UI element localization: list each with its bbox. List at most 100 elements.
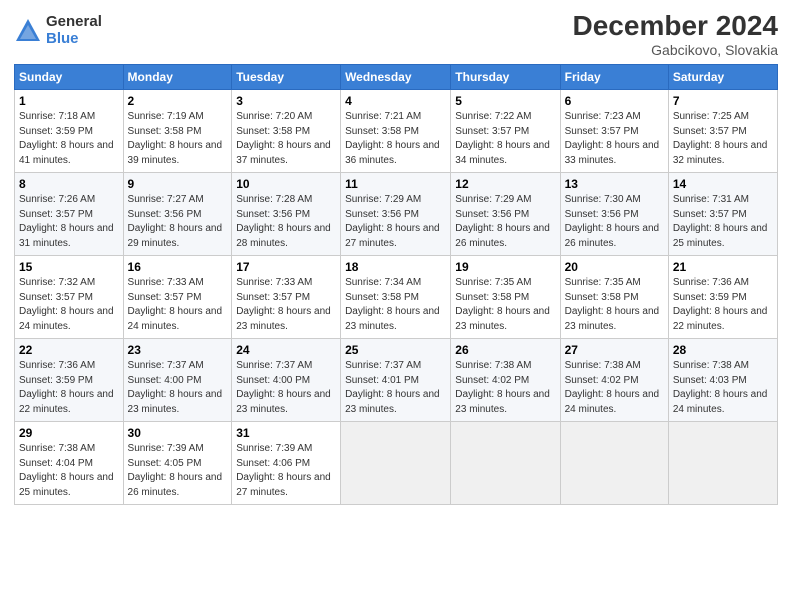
day-detail: Sunrise: 7:39 AM Sunset: 4:05 PM Dayligh… (128, 443, 223, 498)
day-number: 13 (565, 177, 664, 191)
day-number: 15 (19, 260, 119, 274)
day-detail: Sunrise: 7:33 AM Sunset: 3:57 PM Dayligh… (236, 277, 331, 332)
day-detail: Sunrise: 7:39 AM Sunset: 4:06 PM Dayligh… (236, 443, 331, 498)
day-detail: Sunrise: 7:33 AM Sunset: 3:57 PM Dayligh… (128, 277, 223, 332)
day-number: 29 (19, 426, 119, 440)
col-sunday: Sunday (15, 65, 124, 90)
table-row: 30 Sunrise: 7:39 AM Sunset: 4:05 PM Dayli… (123, 422, 232, 505)
day-detail: Sunrise: 7:36 AM Sunset: 3:59 PM Dayligh… (19, 360, 114, 415)
day-number: 8 (19, 177, 119, 191)
day-detail: Sunrise: 7:20 AM Sunset: 3:58 PM Dayligh… (236, 111, 331, 166)
table-row: 25 Sunrise: 7:37 AM Sunset: 4:01 PM Dayli… (341, 339, 451, 422)
day-detail: Sunrise: 7:26 AM Sunset: 3:57 PM Dayligh… (19, 194, 114, 249)
day-detail: Sunrise: 7:34 AM Sunset: 3:58 PM Dayligh… (345, 277, 440, 332)
header: General Blue December 2024 Gabcikovo, Sl… (14, 10, 778, 58)
day-number: 30 (128, 426, 228, 440)
day-number: 7 (673, 94, 773, 108)
col-saturday: Saturday (668, 65, 777, 90)
day-detail: Sunrise: 7:29 AM Sunset: 3:56 PM Dayligh… (345, 194, 440, 249)
table-row: 8 Sunrise: 7:26 AM Sunset: 3:57 PM Daylig… (15, 173, 124, 256)
table-row: 7Sunrise: 7:25 AM Sunset: 3:57 PM Daylig… (668, 90, 777, 173)
table-row: 31 Sunrise: 7:39 AM Sunset: 4:06 PM Dayli… (232, 422, 341, 505)
logo: General Blue (14, 14, 102, 47)
table-row: 21Sunrise: 7:36 AM Sunset: 3:59 PM Dayli… (668, 256, 777, 339)
day-number: 5 (455, 94, 555, 108)
day-detail: Sunrise: 7:38 AM Sunset: 4:04 PM Dayligh… (19, 443, 114, 498)
day-number: 9 (128, 177, 228, 191)
table-row: 12Sunrise: 7:29 AM Sunset: 3:56 PM Dayli… (451, 173, 560, 256)
table-row: 10Sunrise: 7:28 AM Sunset: 3:56 PM Dayli… (232, 173, 341, 256)
day-detail: Sunrise: 7:37 AM Sunset: 4:01 PM Dayligh… (345, 360, 440, 415)
logo-text: General Blue (46, 14, 102, 47)
logo-icon (14, 17, 42, 45)
day-number: 26 (455, 343, 555, 357)
day-detail: Sunrise: 7:23 AM Sunset: 3:57 PM Dayligh… (565, 111, 660, 166)
table-row: 18 Sunrise: 7:34 AM Sunset: 3:58 PM Dayli… (341, 256, 451, 339)
day-detail: Sunrise: 7:18 AM Sunset: 3:59 PM Dayligh… (19, 111, 114, 166)
table-row: 14 Sunrise: 7:31 AM Sunset: 3:57 PM Dayli… (668, 173, 777, 256)
day-detail: Sunrise: 7:37 AM Sunset: 4:00 PM Dayligh… (236, 360, 331, 415)
calendar-week-row: 8 Sunrise: 7:26 AM Sunset: 3:57 PM Daylig… (15, 173, 778, 256)
day-number: 20 (565, 260, 664, 274)
day-number: 1 (19, 94, 119, 108)
day-detail: Sunrise: 7:37 AM Sunset: 4:00 PM Dayligh… (128, 360, 223, 415)
table-row (341, 422, 451, 505)
table-row: 3 Sunrise: 7:20 AM Sunset: 3:58 PM Daylig… (232, 90, 341, 173)
day-number: 28 (673, 343, 773, 357)
day-number: 17 (236, 260, 336, 274)
day-detail: Sunrise: 7:30 AM Sunset: 3:56 PM Dayligh… (565, 194, 660, 249)
day-number: 16 (128, 260, 228, 274)
calendar-week-row: 15Sunrise: 7:32 AM Sunset: 3:57 PM Dayli… (15, 256, 778, 339)
table-row (668, 422, 777, 505)
day-number: 22 (19, 343, 119, 357)
day-number: 2 (128, 94, 228, 108)
day-number: 18 (345, 260, 446, 274)
table-row: 5Sunrise: 7:22 AM Sunset: 3:57 PM Daylig… (451, 90, 560, 173)
table-row: 9 Sunrise: 7:27 AM Sunset: 3:56 PM Daylig… (123, 173, 232, 256)
logo-blue: Blue (46, 31, 102, 48)
day-number: 14 (673, 177, 773, 191)
day-number: 27 (565, 343, 664, 357)
title-block: December 2024 Gabcikovo, Slovakia (573, 10, 778, 58)
table-row (451, 422, 560, 505)
day-detail: Sunrise: 7:38 AM Sunset: 4:03 PM Dayligh… (673, 360, 768, 415)
day-number: 24 (236, 343, 336, 357)
day-detail: Sunrise: 7:31 AM Sunset: 3:57 PM Dayligh… (673, 194, 768, 249)
table-row: 13 Sunrise: 7:30 AM Sunset: 3:56 PM Dayli… (560, 173, 668, 256)
table-row: 22 Sunrise: 7:36 AM Sunset: 3:59 PM Dayli… (15, 339, 124, 422)
col-monday: Monday (123, 65, 232, 90)
day-number: 4 (345, 94, 446, 108)
day-detail: Sunrise: 7:21 AM Sunset: 3:58 PM Dayligh… (345, 111, 440, 166)
col-thursday: Thursday (451, 65, 560, 90)
table-row: 6 Sunrise: 7:23 AM Sunset: 3:57 PM Daylig… (560, 90, 668, 173)
page-container: General Blue December 2024 Gabcikovo, Sl… (0, 0, 792, 515)
day-detail: Sunrise: 7:19 AM Sunset: 3:58 PM Dayligh… (128, 111, 223, 166)
day-detail: Sunrise: 7:27 AM Sunset: 3:56 PM Dayligh… (128, 194, 223, 249)
table-row: 29 Sunrise: 7:38 AM Sunset: 4:04 PM Dayli… (15, 422, 124, 505)
day-number: 12 (455, 177, 555, 191)
table-row (560, 422, 668, 505)
header-row: Sunday Monday Tuesday Wednesday Thursday… (15, 65, 778, 90)
day-number: 3 (236, 94, 336, 108)
day-number: 6 (565, 94, 664, 108)
table-row: 2 Sunrise: 7:19 AM Sunset: 3:58 PM Daylig… (123, 90, 232, 173)
table-row: 11Sunrise: 7:29 AM Sunset: 3:56 PM Dayli… (341, 173, 451, 256)
table-row: 24 Sunrise: 7:37 AM Sunset: 4:00 PM Dayli… (232, 339, 341, 422)
day-number: 21 (673, 260, 773, 274)
table-row: 23Sunrise: 7:37 AM Sunset: 4:00 PM Dayli… (123, 339, 232, 422)
day-number: 25 (345, 343, 446, 357)
day-number: 31 (236, 426, 336, 440)
table-row: 16 Sunrise: 7:33 AM Sunset: 3:57 PM Dayli… (123, 256, 232, 339)
day-detail: Sunrise: 7:35 AM Sunset: 3:58 PM Dayligh… (565, 277, 660, 332)
calendar-week-row: 29 Sunrise: 7:38 AM Sunset: 4:04 PM Dayli… (15, 422, 778, 505)
location: Gabcikovo, Slovakia (573, 42, 778, 58)
calendar-week-row: 22 Sunrise: 7:36 AM Sunset: 3:59 PM Dayli… (15, 339, 778, 422)
calendar-table: Sunday Monday Tuesday Wednesday Thursday… (14, 64, 778, 505)
day-detail: Sunrise: 7:38 AM Sunset: 4:02 PM Dayligh… (565, 360, 660, 415)
day-detail: Sunrise: 7:35 AM Sunset: 3:58 PM Dayligh… (455, 277, 550, 332)
table-row: 4 Sunrise: 7:21 AM Sunset: 3:58 PM Daylig… (341, 90, 451, 173)
col-wednesday: Wednesday (341, 65, 451, 90)
month-title: December 2024 (573, 10, 778, 42)
table-row: 17 Sunrise: 7:33 AM Sunset: 3:57 PM Dayli… (232, 256, 341, 339)
table-row: 28 Sunrise: 7:38 AM Sunset: 4:03 PM Dayli… (668, 339, 777, 422)
